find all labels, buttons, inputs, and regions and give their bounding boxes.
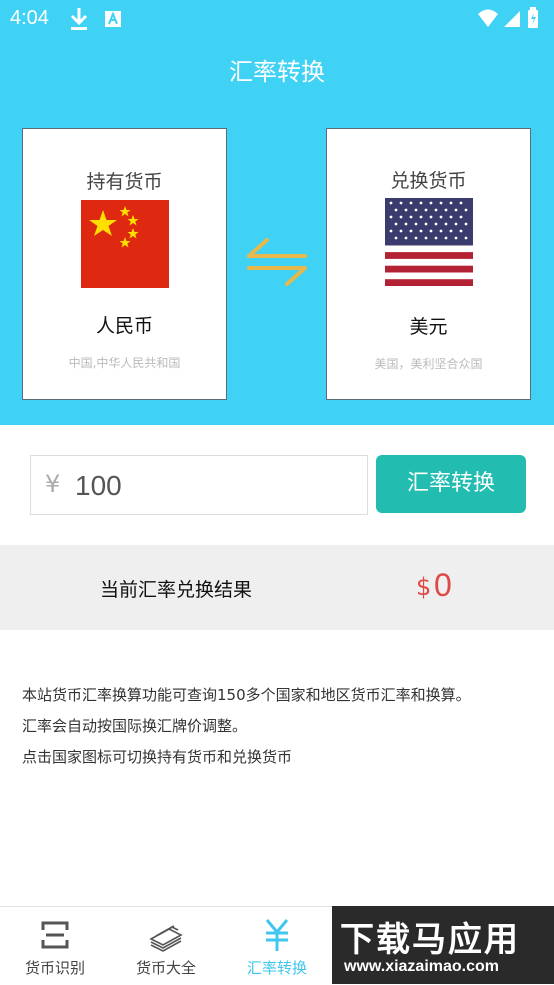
nav-label: 汇率转换 — [246, 959, 307, 977]
from-currency-card[interactable]: 持有货币 人民币 中国,中华人民共和国 — [22, 128, 227, 400]
download-icon — [70, 8, 88, 30]
result-currency-symbol: $ — [416, 573, 432, 601]
result-panel: 当前汇率兑换结果 $ 0 — [0, 545, 554, 630]
to-currency-name: 美元 — [409, 316, 448, 338]
info-line: 本站货币汇率换算功能可查询150多个国家和地区货币汇率和换算。 — [22, 686, 471, 704]
usa-flag-icon[interactable] — [385, 198, 473, 286]
nav-label: 货币识别 — [24, 959, 85, 977]
from-currency-description: 中国,中华人民共和国 — [68, 356, 181, 370]
yen-symbol: ¥ — [45, 470, 61, 498]
signal-icon — [504, 11, 520, 27]
status-icons — [478, 7, 538, 28]
nav-item-currency-recognition[interactable]: 货币识别 — [0, 907, 110, 985]
convert-button[interactable]: 汇率转换 — [376, 455, 526, 513]
nav-label: 货币大全 — [135, 959, 196, 977]
watermark-url: www.xiazaimao.com — [344, 958, 500, 975]
to-currency-card[interactable]: 兑换货币 美元 美国，美利坚合众国 — [326, 128, 531, 400]
amount-field[interactable]: ¥ — [30, 455, 368, 515]
page-title: 汇率转换 — [229, 58, 325, 86]
to-currency-label: 兑换货币 — [390, 170, 467, 192]
info-line: 点击国家图标可切换持有货币和兑换货币 — [22, 748, 293, 766]
watermark: 下载马应用 www.xiazaimao.com — [332, 906, 554, 984]
header-area: 4:04 汇率转换 持有货币 人民币 中国,中华人民共和国 兑换货币 美元 美国… — [0, 0, 554, 425]
watermark-title: 下载马应用 — [340, 920, 520, 960]
result-label: 当前汇率兑换结果 — [100, 579, 253, 601]
yen-icon — [265, 919, 289, 951]
scan-icon — [41, 921, 69, 949]
wifi-icon — [478, 9, 498, 27]
app-notification-icon — [105, 11, 121, 27]
status-time: 4:04 — [10, 7, 49, 29]
info-text: 本站货币汇率换算功能可查询150多个国家和地区货币汇率和换算。 汇率会自动按国际… — [22, 680, 471, 773]
nav-item-currency-catalog[interactable]: 货币大全 — [111, 907, 221, 985]
swap-arrows-icon[interactable] — [245, 234, 309, 290]
to-currency-description: 美国，美利坚合众国 — [374, 357, 483, 371]
amount-input[interactable] — [73, 466, 357, 506]
status-bar: 4:04 — [0, 0, 554, 38]
china-flag-icon[interactable] — [81, 200, 169, 288]
money-stack-icon — [149, 925, 183, 952]
result-value: 0 — [434, 567, 452, 603]
from-currency-label: 持有货币 — [86, 171, 163, 193]
from-currency-name: 人民币 — [95, 315, 153, 337]
info-line: 汇率会自动按国际换汇牌价调整。 — [22, 717, 248, 735]
nav-item-exchange-rate[interactable]: 汇率转换 — [222, 907, 332, 985]
